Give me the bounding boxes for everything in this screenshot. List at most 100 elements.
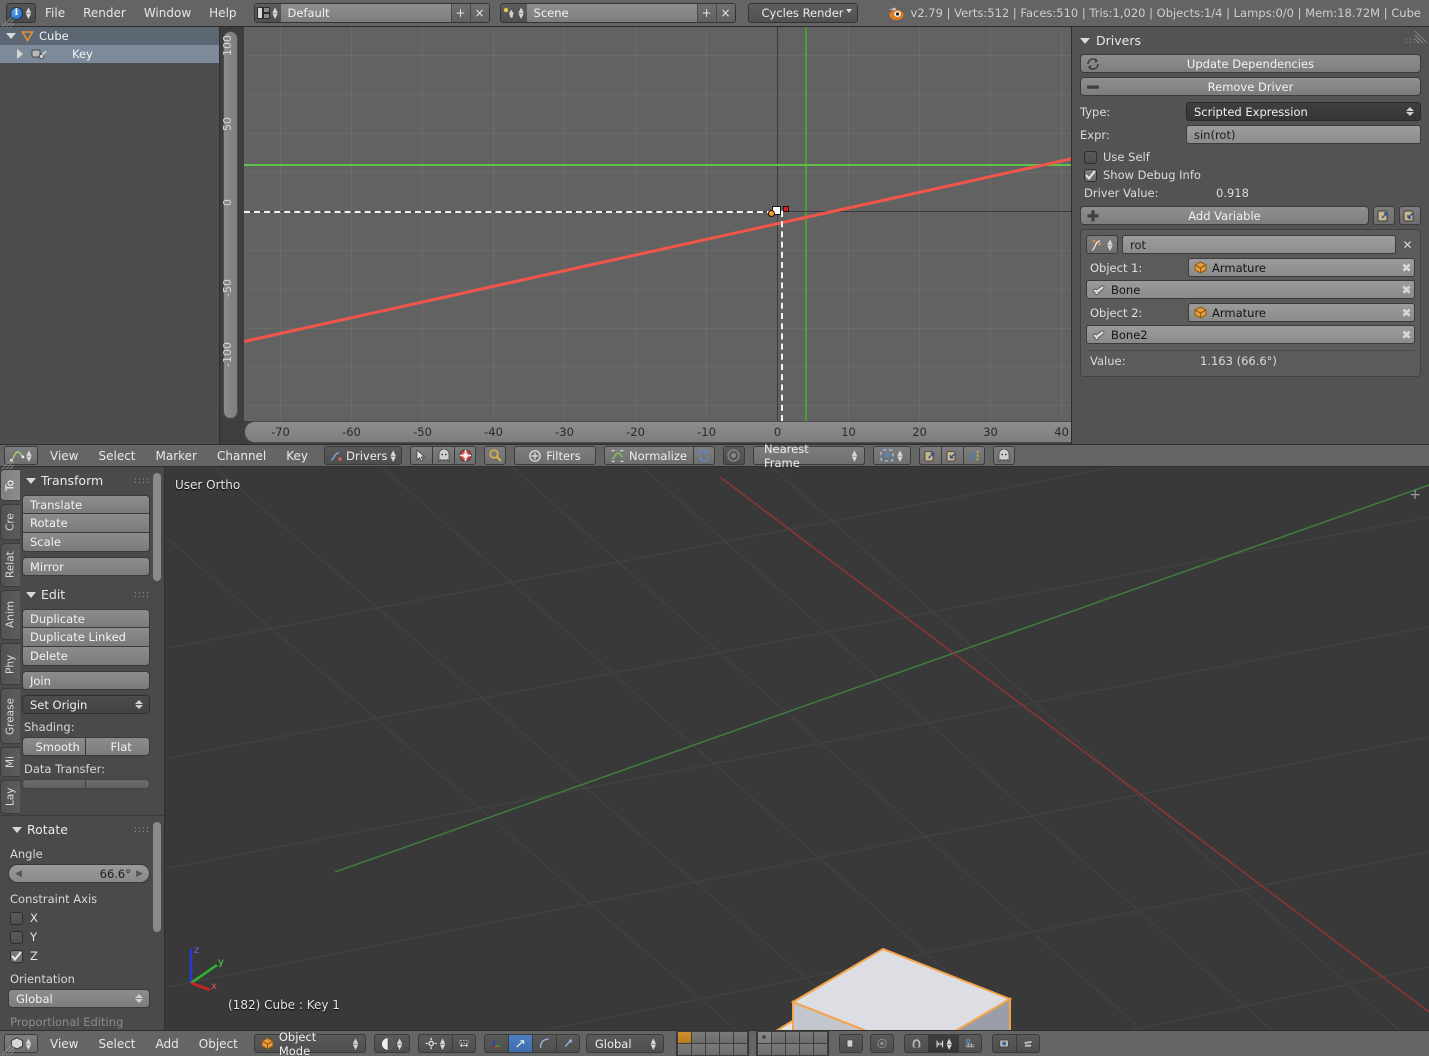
smooth-button[interactable]: Smooth bbox=[22, 737, 87, 756]
operator-panel-scrollbar[interactable] bbox=[153, 822, 161, 932]
pivot-point-selector-3d[interactable]: ▲ ▼ bbox=[417, 1034, 452, 1053]
tab-tools[interactable]: To bbox=[0, 469, 20, 501]
area-corner-grabber[interactable] bbox=[1414, 30, 1428, 44]
axis-z-row[interactable]: Z bbox=[10, 949, 150, 963]
disclosure-triangle-down-icon[interactable] bbox=[6, 33, 16, 39]
disclosure-triangle-down-icon[interactable] bbox=[26, 591, 36, 598]
menu-help[interactable]: Help bbox=[200, 0, 245, 27]
add-layout-button[interactable]: + bbox=[450, 4, 470, 22]
flat-button[interactable]: Flat bbox=[86, 737, 150, 756]
ghost-icon-button[interactable] bbox=[432, 446, 455, 465]
drivers-panel-header[interactable]: Drivers :::: bbox=[1080, 33, 1421, 48]
paste-variables-button[interactable] bbox=[1399, 206, 1421, 225]
add-variable-button[interactable]: Add Variable bbox=[1080, 206, 1369, 225]
decrement-arrow-icon[interactable]: ◀ bbox=[15, 869, 22, 879]
view3d-menu-view[interactable]: View bbox=[42, 1037, 86, 1051]
viewport-plus-icon[interactable]: + bbox=[1409, 487, 1421, 503]
transform-orientation-selector[interactable]: Global ▲ ▼ bbox=[585, 1034, 664, 1053]
axis-z-checkbox[interactable] bbox=[10, 949, 23, 963]
tab-create[interactable]: Cre bbox=[0, 504, 20, 540]
delete-variable-button[interactable]: ✕ bbox=[1400, 237, 1415, 253]
transform-panel-header[interactable]: Transform :::: bbox=[26, 473, 150, 488]
channel-group-cube[interactable]: Cube bbox=[0, 27, 219, 45]
layer-group-2[interactable] bbox=[755, 1030, 829, 1056]
area-corner-grabber[interactable] bbox=[1, 456, 15, 470]
add-scene-button[interactable]: + bbox=[696, 4, 716, 22]
mirror-button[interactable]: Mirror bbox=[22, 557, 150, 576]
menu-window[interactable]: Window bbox=[135, 0, 200, 27]
normalize-auto-button[interactable] bbox=[692, 446, 715, 465]
tab-misc[interactable]: Mi bbox=[0, 747, 20, 777]
tab-animation[interactable]: Anim bbox=[0, 590, 20, 640]
layer-group-1[interactable] bbox=[675, 1030, 749, 1056]
axis-x-row[interactable]: X bbox=[10, 911, 150, 925]
duplicate-linked-button[interactable]: Duplicate Linked bbox=[22, 628, 150, 647]
tab-physics[interactable]: Phy bbox=[0, 643, 20, 685]
graph-menu-marker[interactable]: Marker bbox=[148, 449, 205, 463]
normalize-toggle[interactable]: Normalize bbox=[604, 446, 693, 465]
delete-layout-button[interactable]: × bbox=[469, 4, 489, 22]
variable-name-input[interactable]: rot bbox=[1122, 235, 1396, 254]
tab-grease-pencil[interactable]: Grease bbox=[0, 688, 20, 744]
translate-button[interactable]: Translate bbox=[22, 495, 150, 514]
clear-bone1-button[interactable]: ✖ bbox=[1399, 282, 1414, 298]
delete-button[interactable]: Delete bbox=[22, 647, 150, 666]
graph-menu-channel[interactable]: Channel bbox=[209, 449, 274, 463]
filters-button[interactable]: Filters bbox=[514, 446, 597, 465]
increment-arrow-icon[interactable]: ▶ bbox=[136, 869, 143, 879]
area-corner-grabber[interactable] bbox=[1, 1042, 15, 1056]
channel-key[interactable]: Key bbox=[0, 45, 219, 63]
channel-list[interactable]: Cube Key bbox=[0, 27, 220, 444]
view3d-menu-select[interactable]: Select bbox=[90, 1037, 143, 1051]
axis-y-checkbox[interactable] bbox=[10, 930, 23, 944]
tab-layers[interactable]: Lay bbox=[0, 780, 20, 814]
menu-render[interactable]: Render bbox=[74, 0, 135, 27]
snap-mode-dropdown[interactable]: Nearest Frame ▲ ▼ bbox=[752, 442, 865, 470]
data-transfer-layout-button[interactable] bbox=[86, 779, 150, 789]
expression-input[interactable]: sin(rot) bbox=[1186, 125, 1421, 144]
disclosure-triangle-down-icon[interactable] bbox=[26, 477, 36, 484]
view3d-menu-object[interactable]: Object bbox=[191, 1037, 246, 1051]
duplicate-button[interactable]: Duplicate bbox=[22, 609, 150, 628]
copy-keyframes-button[interactable] bbox=[918, 446, 941, 465]
render-animation-button[interactable] bbox=[1015, 1034, 1040, 1053]
cursor-icon-button[interactable] bbox=[410, 446, 433, 465]
scene-name[interactable]: Scene bbox=[526, 4, 697, 22]
onion-icon-button[interactable] bbox=[454, 446, 477, 465]
area-corner-grabber[interactable] bbox=[1, 14, 15, 28]
orientation-dropdown[interactable]: Global bbox=[8, 989, 150, 1008]
magnify-icon-button[interactable] bbox=[484, 446, 507, 465]
snap-target-button[interactable] bbox=[957, 1034, 982, 1053]
copy-variables-button[interactable] bbox=[1373, 206, 1395, 225]
tab-relations[interactable]: Relat bbox=[0, 543, 20, 587]
axis-x-checkbox[interactable] bbox=[10, 911, 23, 925]
graph-menu-key[interactable]: Key bbox=[278, 449, 316, 463]
object-mode-selector[interactable]: Object Mode ▲ ▼ bbox=[253, 1030, 366, 1056]
tool-shelf-scrollbar[interactable] bbox=[153, 473, 161, 581]
clear-bone2-button[interactable]: ✖ bbox=[1399, 327, 1414, 343]
clear-object2-button[interactable]: ✖ bbox=[1399, 305, 1414, 321]
screen-layout-name[interactable]: Default bbox=[280, 4, 451, 22]
remove-driver-button[interactable]: Remove Driver bbox=[1080, 77, 1421, 96]
variable-type-selector[interactable]: ▲ ▼ bbox=[1086, 235, 1118, 254]
angle-field[interactable]: ◀ 66.6° ▶ bbox=[8, 864, 150, 883]
proportional-editing-button[interactable] bbox=[869, 1034, 894, 1053]
disclosure-triangle-down-icon[interactable] bbox=[1080, 37, 1090, 44]
clear-object1-button[interactable]: ✖ bbox=[1399, 260, 1414, 276]
disclosure-triangle-right-icon[interactable] bbox=[17, 49, 23, 59]
graph-menu-view[interactable]: View bbox=[42, 449, 86, 463]
ghost-curves-button[interactable] bbox=[992, 446, 1015, 465]
use-self-checkbox[interactable] bbox=[1084, 150, 1097, 164]
3d-viewport[interactable]: User Ortho (182) Cube : Key 1 z y x + bbox=[165, 467, 1429, 1030]
bone1-field[interactable]: Bone ✖ bbox=[1086, 280, 1415, 299]
snap-during-transform-button[interactable] bbox=[451, 1034, 476, 1053]
scale-gizmo-button[interactable] bbox=[555, 1034, 580, 1053]
axis-y-row[interactable]: Y bbox=[10, 930, 150, 944]
render-engine-selector[interactable]: Cycles Render bbox=[747, 3, 858, 23]
rotate-button[interactable]: Rotate bbox=[22, 514, 150, 533]
snap-keyframes-button[interactable] bbox=[962, 446, 985, 465]
rotate-gizmo-button[interactable] bbox=[531, 1034, 556, 1053]
pivot-point-selector[interactable]: ▲ ▼ bbox=[872, 446, 911, 465]
bone2-field[interactable]: Bone2 ✖ bbox=[1086, 325, 1415, 344]
data-transfer-button[interactable] bbox=[22, 779, 87, 789]
